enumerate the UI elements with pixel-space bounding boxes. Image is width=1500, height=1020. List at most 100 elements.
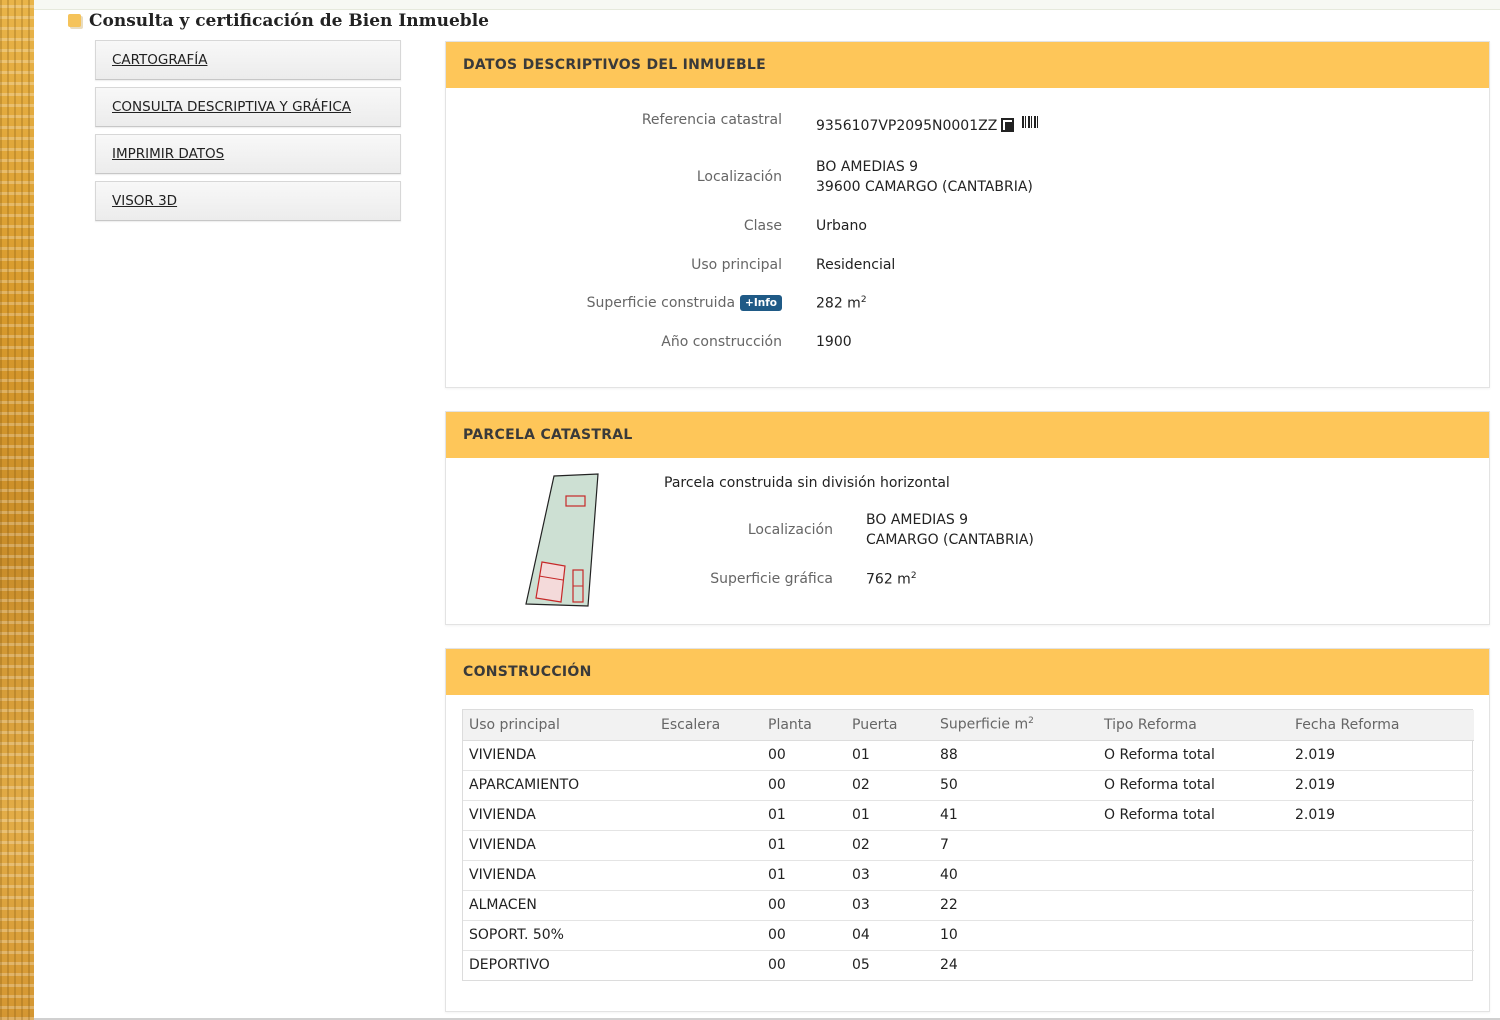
construccion-heading: CONSTRUCCIÓN — [446, 649, 1489, 695]
cell-superficie: 24 — [940, 957, 958, 974]
superficie-grafica-label: Superficie gráfica — [710, 571, 833, 587]
construccion-table-wrapper: Uso principal Escalera Planta Puerta Sup… — [462, 709, 1474, 981]
cell-fecha-reforma — [1289, 890, 1474, 921]
cell-uso: APARCAMIENTO — [463, 770, 655, 801]
cell-puerta: 02 — [846, 770, 934, 801]
referencia-catastral-label: Referencia catastral — [641, 112, 782, 128]
cell-uso: VIVIENDA — [463, 800, 655, 831]
cell-uso: ALMACEN — [463, 890, 655, 921]
uso-principal-value: Residencial — [816, 257, 896, 273]
page-title-text: Consulta y certificación de Bien Inmuebl… — [89, 11, 489, 31]
datos-descriptivos-heading: DATOS DESCRIPTIVOS DEL INMUEBLE — [446, 42, 1489, 88]
cell-fecha-reforma: 2.019 — [1289, 770, 1474, 801]
cell-uso: VIVIENDA — [463, 860, 655, 891]
cell-planta: 00 — [762, 920, 846, 951]
clase-label: Clase — [743, 218, 782, 234]
cell-superficie: 10 — [934, 920, 1098, 951]
cell-planta: 01 — [762, 800, 846, 831]
construccion-table-header-row: Uso principal Escalera Planta Puerta Sup… — [463, 710, 1474, 741]
cell-fecha-reforma — [1289, 830, 1474, 861]
localizacion-label: Localización — [696, 169, 782, 185]
cell-escalera — [655, 860, 762, 891]
table-row: SOPORT. 50% 00 04 10 — [463, 920, 1474, 951]
cell-puerta: 05 — [852, 957, 870, 974]
anio-construccion-label: Año construcción — [661, 334, 782, 350]
table-row: APARCAMIENTO 00 02 50 O Reforma total 2.… — [463, 770, 1474, 801]
cell-tipo-reforma — [1098, 920, 1289, 951]
cell-tipo-reforma — [1098, 890, 1289, 921]
uso-principal-label: Uso principal — [691, 257, 782, 273]
col-superficie: Superficie m2 — [934, 710, 1098, 741]
parcela-localizacion-label: Localización — [747, 522, 833, 538]
cell-puerta: 02 — [846, 830, 934, 861]
col-tipo-reforma: Tipo Reforma — [1098, 710, 1289, 741]
cell-superficie: 50 — [934, 770, 1098, 801]
cell-puerta: 04 — [846, 920, 934, 951]
parcela-localizacion-line2: CAMARGO (CANTABRIA) — [866, 532, 1034, 548]
referencia-catastral-value: 9356107VP2095N0001ZZ — [816, 118, 998, 134]
menu-imprimir-datos-button[interactable]: IMPRIMIR DATOS — [95, 134, 401, 174]
decorative-side-image — [0, 0, 34, 1020]
cell-fecha-reforma — [1289, 950, 1474, 980]
cell-fecha-reforma — [1289, 920, 1474, 951]
cell-superficie: 41 — [934, 800, 1098, 831]
parcela-catastral-heading: PARCELA CATASTRAL — [446, 412, 1489, 458]
col-superficie-exp: 2 — [1028, 716, 1034, 727]
cell-puerta: 01 — [846, 800, 934, 831]
table-row: DEPORTIVO 00 05 24 — [463, 950, 1474, 980]
more-info-button[interactable]: +Info — [740, 295, 782, 311]
cell-tipo-reforma: O Reforma total — [1098, 770, 1289, 801]
cell-puerta: 03 — [846, 890, 934, 921]
superficie-grafica-value-row: 762 m2 — [866, 571, 917, 588]
table-row: VIVIENDA 00 01 88 O Reforma total 2.019 — [463, 740, 1474, 771]
table-row: ALMACEN 00 03 22 — [463, 890, 1474, 921]
superficie-construida-label-row: Superficie construida +Info — [500, 295, 782, 311]
cell-planta: 00 — [762, 740, 846, 771]
cell-superficie: 22 — [934, 890, 1098, 921]
side-menu: CARTOGRAFÍA CONSULTA DESCRIPTIVA Y GRÁFI… — [95, 40, 401, 228]
table-row: VIVIENDA 01 03 40 — [463, 860, 1474, 891]
cell-tipo-reforma: O Reforma total — [1098, 740, 1289, 771]
parcela-localizacion-line1: BO AMEDIAS 9 — [866, 512, 969, 528]
cell-tipo-reforma — [1098, 950, 1289, 980]
cell-planta: 01 — [762, 830, 846, 861]
copy-icon[interactable] — [1001, 118, 1015, 132]
localizacion-line1: BO AMEDIAS 9 — [816, 159, 919, 175]
menu-visor-3d-button[interactable]: VISOR 3D — [95, 181, 401, 221]
clase-value: Urbano — [816, 218, 867, 234]
referencia-catastral-value-row: 9356107VP2095N0001ZZ — [816, 118, 1015, 134]
col-planta: Planta — [762, 710, 846, 741]
superficie-construida-unit-exp: 2 — [860, 295, 867, 305]
cell-uso: SOPORT. 50% — [463, 920, 655, 951]
superficie-construida-value-row: 282 m2 — [816, 295, 867, 312]
cell-escalera — [655, 740, 762, 771]
cell-puerta: 03 — [846, 860, 934, 891]
cell-planta: 00 — [762, 890, 846, 921]
localizacion-line2: 39600 CAMARGO (CANTABRIA) — [816, 179, 1033, 195]
menu-cartografia-button[interactable]: CARTOGRAFÍA — [95, 40, 401, 80]
cell-tipo-reforma — [1098, 860, 1289, 891]
barcode-icon[interactable] — [1022, 116, 1040, 128]
col-superficie-label: Superficie m — [940, 717, 1029, 734]
cell-tipo-reforma — [1098, 830, 1289, 861]
cell-escalera — [655, 890, 762, 921]
parcel-plot-image[interactable] — [524, 472, 600, 608]
superficie-construida-label: Superficie construida — [586, 295, 736, 311]
col-fecha-reforma: Fecha Reforma — [1289, 710, 1474, 741]
cell-uso: VIVIENDA — [463, 740, 655, 771]
cell-tipo-reforma: O Reforma total — [1098, 800, 1289, 831]
square-marker-icon — [68, 13, 81, 27]
cell-fecha-reforma — [1289, 860, 1474, 891]
cell-fecha-reforma: 2.019 — [1289, 740, 1474, 771]
cell-escalera — [655, 950, 762, 980]
cell-superficie: 88 — [934, 740, 1098, 771]
table-row: VIVIENDA 01 02 7 — [463, 830, 1474, 861]
cell-fecha-reforma: 2.019 — [1289, 800, 1474, 831]
menu-consulta-descriptiva-button[interactable]: CONSULTA DESCRIPTIVA Y GRÁFICA — [95, 87, 401, 127]
cell-uso: DEPORTIVO — [469, 957, 550, 974]
cell-planta: 00 — [762, 770, 846, 801]
cell-escalera — [655, 920, 762, 951]
table-row: VIVIENDA 01 01 41 O Reforma total 2.019 — [463, 800, 1474, 831]
top-strip — [0, 0, 1500, 10]
cell-escalera — [655, 830, 762, 861]
